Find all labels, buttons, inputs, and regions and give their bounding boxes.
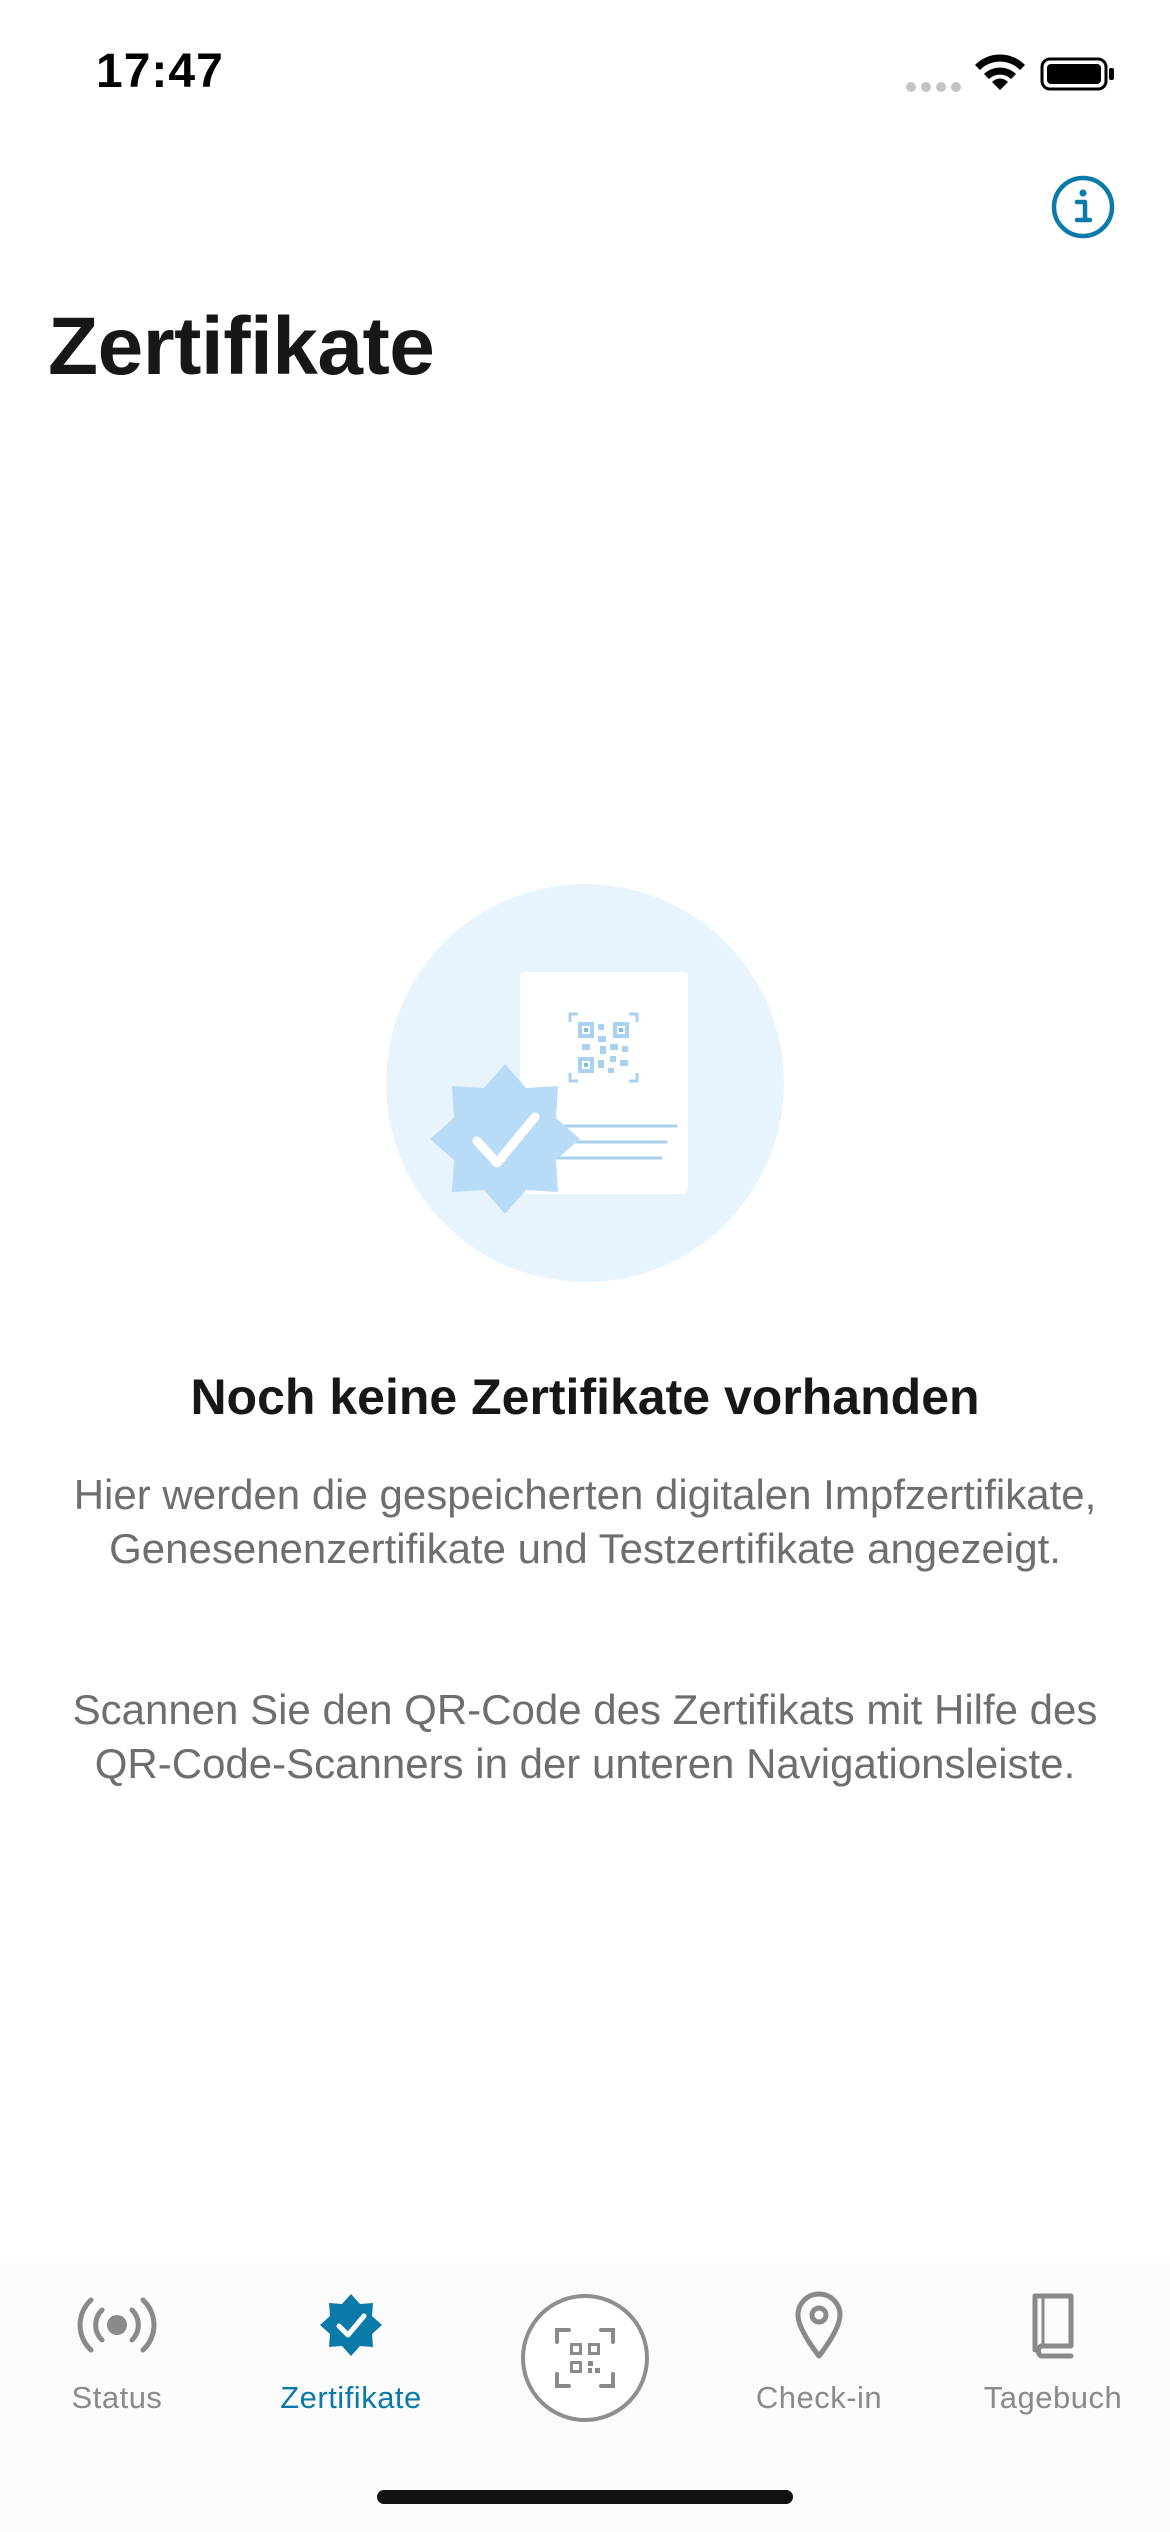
tab-certificates[interactable]: Zertifikate (234, 2290, 468, 2440)
tab-diary[interactable]: Tagebuch (936, 2290, 1170, 2440)
certificate-badge-icon (320, 2294, 382, 2356)
status-bar: 17:47 (0, 0, 1170, 140)
tab-status-label: Status (71, 2380, 163, 2415)
wifi-icon (975, 54, 1025, 90)
tab-check-in[interactable]: Check-in (702, 2290, 936, 2440)
location-pin-icon (795, 2291, 843, 2359)
tab-certificates-label: Zertifikate (280, 2380, 422, 2415)
certificate-illustration (386, 884, 784, 1282)
cellular-signal-icon (906, 82, 961, 92)
tab-check-in-label: Check-in (755, 2380, 883, 2415)
certificates-screen: 17:47 Zertifikate Noch keine Zertifikate… (0, 0, 1170, 2532)
tab-status[interactable]: Status (0, 2290, 234, 2440)
tab-diary-label: Tagebuch (983, 2380, 1123, 2415)
empty-state-description: Hier werden die gespeicherten digitalen … (73, 1471, 1097, 1572)
qr-scanner-icon (555, 2328, 615, 2388)
status-time: 17:47 (96, 45, 224, 98)
empty-state-hint: Scannen Sie den QR-Code des Zertifikats … (72, 1686, 1098, 1787)
info-icon[interactable] (1050, 174, 1116, 240)
qr-scanner-button[interactable] (521, 2294, 649, 2422)
page-title: Zertifikate (48, 301, 435, 392)
book-icon (1032, 2293, 1074, 2359)
broadcast-icon (77, 2297, 157, 2353)
home-indicator (377, 2490, 793, 2504)
battery-icon (1040, 57, 1114, 91)
empty-state-title: Noch keine Zertifikate vorhanden (190, 1369, 980, 1425)
